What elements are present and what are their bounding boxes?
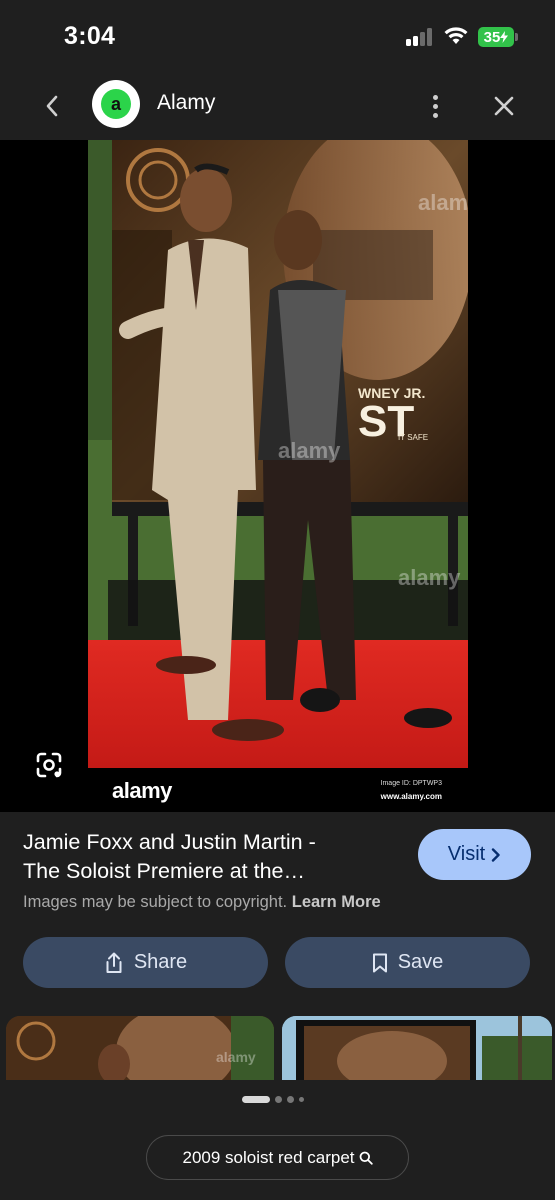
watermark: alamy (398, 565, 461, 590)
related-image-thumbnail[interactable]: alamy (6, 1016, 274, 1080)
more-vert-icon (432, 94, 438, 100)
copyright-notice: Images may be subject to copyright. Lear… (23, 893, 381, 912)
battery-indicator: 35 (478, 27, 514, 47)
back-button[interactable] (34, 88, 70, 124)
thumbnail-watermark: alamy (216, 1049, 256, 1065)
screen: 3:04 35 a Alamy WNEY JR. ST IT SAFE alam… (0, 0, 555, 1200)
close-icon (494, 96, 514, 116)
share-label: Share (133, 951, 188, 973)
image-id: Image ID: DPTWP3 (380, 780, 442, 787)
visit-label: Visit (447, 843, 486, 865)
result-title[interactable]: Jamie Foxx and Justin Martin - The Soloi… (23, 828, 383, 886)
thumbnail-illustration (282, 1016, 552, 1080)
watermark: alamy (278, 438, 341, 463)
search-icon (359, 1151, 373, 1165)
site-logo[interactable]: a (92, 80, 140, 128)
cellular-signal-icon (406, 28, 434, 46)
photo-credit-bar: alamy Image ID: DPTWP3 www.alamy.com (88, 768, 468, 812)
save-button[interactable]: Save (285, 937, 530, 988)
visit-button[interactable]: Visit (418, 829, 531, 880)
bookmark-icon (372, 953, 387, 972)
charging-bolt-icon (500, 31, 509, 43)
image-viewer[interactable]: WNEY JR. ST IT SAFE alam alamy alamy ala… (0, 140, 555, 812)
battery-nub (515, 33, 518, 41)
status-bar: 3:04 35 (0, 0, 555, 70)
main-photo[interactable]: WNEY JR. ST IT SAFE alam alamy alamy (88, 140, 468, 768)
alamy-logo: alamy (112, 778, 172, 803)
share-button[interactable]: Share (23, 937, 268, 988)
chevron-right-icon (492, 847, 500, 862)
save-label: Save (397, 951, 444, 973)
site-logo-letter: a (101, 89, 131, 119)
wifi-icon (444, 27, 468, 44)
related-search-chip[interactable]: 2009 soloist red carpet (146, 1135, 409, 1180)
lens-icon (36, 752, 62, 778)
share-icon (106, 952, 122, 973)
result-title-line-2: The Soloist Premiere at the… (23, 859, 306, 883)
result-header: a Alamy (0, 70, 555, 142)
poster-text-3: IT SAFE (398, 433, 428, 442)
watermark: alamy (418, 190, 468, 215)
learn-more-link[interactable]: Learn More (292, 893, 381, 911)
carousel-indicator (242, 1095, 304, 1103)
battery-level: 35 (483, 28, 501, 46)
site-name[interactable]: Alamy (157, 91, 215, 115)
status-time: 3:04 (64, 22, 116, 50)
copyright-text: Images may be subject to copyright. (23, 893, 288, 911)
related-images: alamy (0, 1016, 555, 1080)
photo-illustration: WNEY JR. ST IT SAFE alam alamy alamy (88, 140, 468, 768)
related-search-text: 2009 soloist red carpet (182, 1147, 355, 1167)
result-title-line-1: Jamie Foxx and Justin Martin - (23, 830, 316, 854)
thumbnail-illustration: alamy (6, 1016, 274, 1080)
image-url: www.alamy.com (380, 792, 442, 801)
lens-button[interactable] (34, 750, 64, 780)
close-button[interactable] (486, 88, 522, 124)
chevron-left-icon (46, 95, 58, 117)
related-image-thumbnail[interactable] (282, 1016, 552, 1080)
more-options-button[interactable] (420, 88, 450, 124)
